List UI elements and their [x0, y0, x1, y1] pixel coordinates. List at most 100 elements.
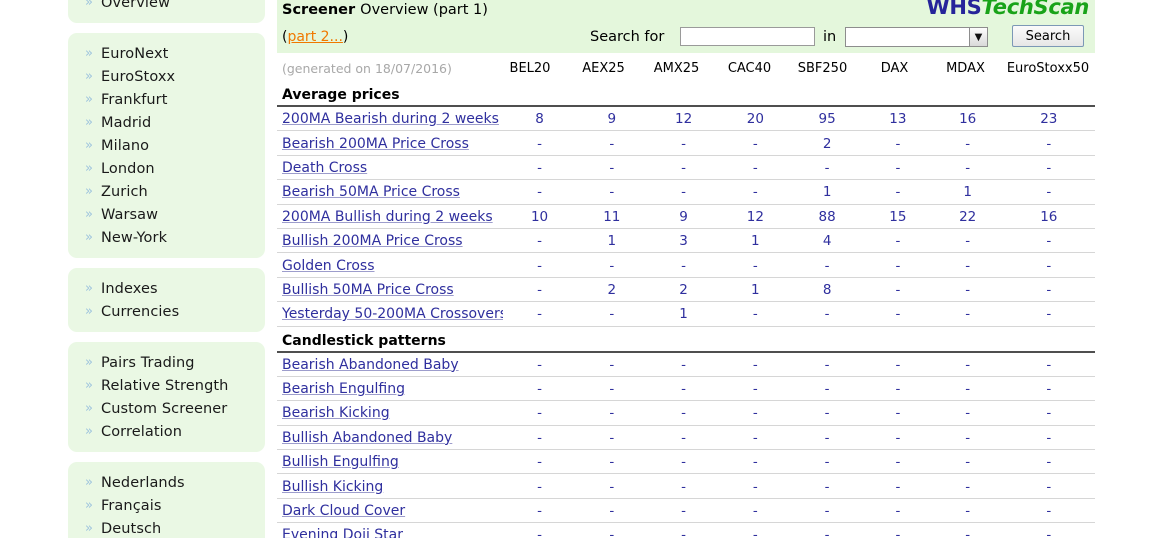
table-cell: -: [681, 454, 687, 471]
sidebar-item-label: EuroStoxx: [100, 68, 176, 85]
sidebar-item-custom-screener[interactable]: » Custom Screener: [68, 397, 265, 420]
table-cell: -: [895, 233, 901, 250]
sidebar-item-new-york[interactable]: » New-York: [68, 226, 265, 249]
sidebar-item-label: Pairs Trading: [100, 354, 195, 371]
table-cell: -: [1046, 527, 1052, 538]
table-cell: -: [824, 503, 830, 520]
chevron-right-icon: »: [85, 161, 93, 176]
whs-techscan-logo: WHSTechScan: [926, 0, 1089, 19]
sidebar-item-zurich[interactable]: » Zurich: [68, 180, 265, 203]
table-cell: -: [824, 257, 830, 274]
row-label-link[interactable]: Bullish Abandoned Baby: [277, 430, 503, 446]
sidebar-item-label: Deutsch: [100, 520, 162, 537]
table-cell: -: [965, 356, 971, 373]
part2-link[interactable]: part 2...: [287, 29, 342, 45]
row-label-link[interactable]: Death Cross: [277, 160, 503, 176]
sidebar-item-frankfurt[interactable]: » Frankfurt: [68, 88, 265, 111]
sidebar-item-label: Correlation: [100, 423, 183, 440]
row-label-link[interactable]: Bullish Engulfing: [277, 454, 503, 470]
table-cell: -: [965, 233, 971, 250]
sidebar-item-indexes[interactable]: » Indexes: [68, 277, 265, 300]
sidebar-item-warsaw[interactable]: » Warsaw: [68, 203, 265, 226]
table-cell: -: [609, 356, 615, 373]
table-sections: Average prices 200MA Bearish during 2 wee…: [277, 85, 1095, 538]
chevron-right-icon: »: [85, 230, 93, 245]
table-cell: 15: [889, 208, 907, 225]
row-label-link[interactable]: Bearish 200MA Price Cross: [277, 136, 503, 152]
table-cell: -: [609, 306, 615, 323]
sidebar-item-euronext[interactable]: » EuroNext: [68, 42, 265, 65]
table-cell: -: [681, 503, 687, 520]
sidebar-item-relative-strength[interactable]: » Relative Strength: [68, 374, 265, 397]
table-row: Death Cross - - - - - - - -: [277, 156, 1095, 181]
in-label: in: [823, 28, 837, 45]
section-heading: Average prices: [277, 85, 1095, 107]
row-label-link[interactable]: Golden Cross: [277, 258, 503, 274]
sidebar-item-milano[interactable]: » Milano: [68, 134, 265, 157]
table-row: Bullish 50MA Price Cross - 2 2 1 8 - - -: [277, 278, 1095, 303]
search-button[interactable]: Search: [1012, 25, 1084, 47]
market-select[interactable]: ▼: [845, 27, 988, 47]
row-label-link[interactable]: Evening Doji Star: [277, 527, 503, 538]
table-cell: -: [895, 478, 901, 495]
sidebar-item-correlation[interactable]: » Correlation: [68, 420, 265, 443]
search-input[interactable]: [680, 27, 815, 46]
row-label-link[interactable]: Bullish 50MA Price Cross: [277, 282, 503, 298]
table-cell: -: [965, 159, 971, 176]
table-row: Bullish Kicking - - - - - - - -: [277, 474, 1095, 499]
table-cell: -: [1046, 233, 1052, 250]
sidebar-item-overview[interactable]: » Overview: [68, 0, 265, 14]
table-cell: -: [537, 454, 542, 471]
table-cell: -: [752, 429, 758, 446]
row-label-link[interactable]: Bearish Abandoned Baby: [277, 357, 503, 373]
table-cell: -: [681, 184, 687, 201]
sidebar-item-label: Frankfurt: [100, 91, 168, 108]
table-cell: -: [681, 429, 687, 446]
row-label-link[interactable]: Bearish Engulfing: [277, 381, 503, 397]
table-cell: -: [895, 356, 901, 373]
table-cell: 12: [674, 111, 693, 128]
main-content: Screener Overview (part 1) WHSTechScan (…: [277, 0, 1095, 538]
sidebar-item-pairs-trading[interactable]: » Pairs Trading: [68, 351, 265, 374]
row-label-link[interactable]: 200MA Bullish during 2 weeks: [277, 209, 503, 225]
sidebar-item-nederlands[interactable]: » Nederlands: [68, 471, 265, 494]
table-row: Golden Cross - - - - - - - -: [277, 253, 1095, 278]
sidebar-item-eurostoxx[interactable]: » EuroStoxx: [68, 65, 265, 88]
table-cell: -: [537, 478, 542, 495]
row-label-link[interactable]: Bearish 50MA Price Cross: [277, 184, 503, 200]
chevron-right-icon: »: [85, 46, 93, 61]
table-cell: -: [824, 405, 830, 422]
row-label-link[interactable]: Bullish 200MA Price Cross: [277, 233, 503, 249]
table-cell: -: [609, 478, 615, 495]
row-label-link[interactable]: Bearish Kicking: [277, 405, 503, 421]
table-cell: -: [965, 478, 971, 495]
row-label-link[interactable]: Dark Cloud Cover: [277, 503, 503, 519]
table-cell: -: [752, 503, 758, 520]
table-cell: 1: [963, 184, 972, 201]
table-cell: -: [1046, 356, 1052, 373]
table-cell: -: [537, 281, 542, 298]
table-cell: -: [752, 381, 758, 398]
sidebar-item-madrid[interactable]: » Madrid: [68, 111, 265, 134]
sidebar-item-london[interactable]: » London: [68, 157, 265, 180]
section-heading: Candlestick patterns: [277, 331, 1095, 353]
table-row: 200MA Bullish during 2 weeks 10 11 9 12 88 15 2…: [277, 205, 1095, 229]
row-label-link[interactable]: 200MA Bearish during 2 weeks: [277, 111, 503, 127]
table-cell: -: [1046, 306, 1052, 323]
table-cell: -: [895, 135, 901, 152]
table-cell: -: [895, 257, 901, 274]
sidebar-item-deutsch[interactable]: » Deutsch: [68, 517, 265, 538]
table-cell: -: [1046, 503, 1052, 520]
table-cell: -: [895, 281, 901, 298]
sidebar-item-fran-ais[interactable]: » Français: [68, 494, 265, 517]
row-separator: [277, 325, 1095, 327]
sidebar-item-label: Warsaw: [100, 206, 159, 223]
table-cell: -: [609, 503, 615, 520]
row-label-link[interactable]: Bullish Kicking: [277, 479, 503, 495]
table-cell: 20: [746, 111, 764, 128]
sidebar-item-currencies[interactable]: » Currencies: [68, 300, 265, 323]
column-header: EuroStoxx50: [1006, 60, 1090, 76]
row-label-link[interactable]: Yesterday 50-200MA Crossovers: [277, 306, 503, 322]
table-row: Bearish Kicking - - - - - - - -: [277, 401, 1095, 426]
table-cell: -: [824, 159, 830, 176]
